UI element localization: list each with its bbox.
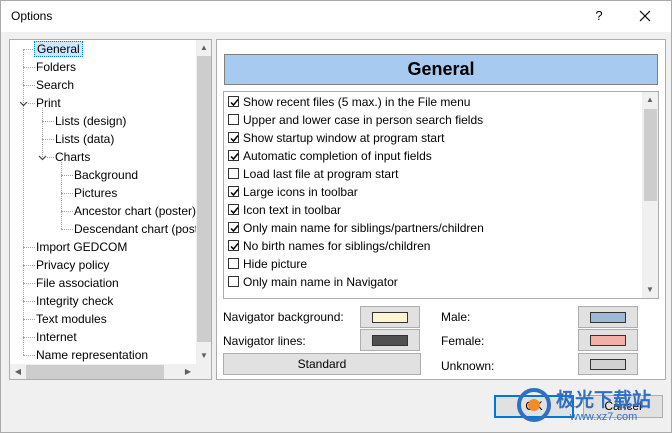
tree-vscroll-thumb[interactable] xyxy=(197,56,211,342)
tree-vertical-scrollbar[interactable]: ▲ ▼ xyxy=(196,40,211,364)
checkbox[interactable] xyxy=(228,240,239,251)
check-icon xyxy=(230,207,239,215)
tree-hscroll-thumb[interactable] xyxy=(26,365,164,379)
checkbox[interactable] xyxy=(228,114,239,125)
tree-item-name-representation[interactable]: Name representation xyxy=(34,347,150,364)
scroll-down-icon[interactable]: ▼ xyxy=(196,348,211,364)
options-vertical-scrollbar[interactable]: ▲ ▼ xyxy=(642,92,658,298)
scroll-left-icon[interactable]: ◀ xyxy=(10,364,26,379)
window-title: Options xyxy=(11,9,53,23)
check-icon xyxy=(230,99,239,107)
tree-item-descendant-chart[interactable]: Descendant chart (poster) xyxy=(72,221,211,238)
tree-horizontal-scrollbar[interactable]: ◀ ▶ xyxy=(10,364,196,379)
unknown-label: Unknown: xyxy=(441,359,495,373)
settings-panel: General Show recent files (5 max.) in th… xyxy=(216,39,666,380)
tree-item-file-association[interactable]: File association xyxy=(34,275,121,292)
tree-item-lists-design[interactable]: Lists (design) xyxy=(53,113,128,130)
tree-item-import-gedcom[interactable]: Import GEDCOM xyxy=(34,239,129,256)
male-label: Male: xyxy=(441,310,471,324)
tree-item-folders[interactable]: Folders xyxy=(34,59,78,76)
tree-item-print[interactable]: Print xyxy=(34,95,63,112)
standard-button[interactable]: Standard xyxy=(223,353,421,375)
close-button[interactable] xyxy=(629,5,661,27)
checkbox[interactable] xyxy=(228,150,239,161)
watermark: 极光下载站 www.xz7.com xyxy=(514,383,669,429)
male-color-button[interactable] xyxy=(578,306,638,328)
checkbox[interactable] xyxy=(228,186,239,197)
checkbox[interactable] xyxy=(228,96,239,107)
tree-item-internet[interactable]: Internet xyxy=(34,329,79,346)
check-icon xyxy=(230,225,239,233)
watermark-url: www.xz7.com xyxy=(570,411,638,423)
tree-item-integrity-check[interactable]: Integrity check xyxy=(34,293,115,310)
navigator-background-color-button[interactable] xyxy=(360,306,420,328)
watermark-logo-icon xyxy=(517,388,551,422)
check-icon xyxy=(230,243,239,251)
close-icon xyxy=(639,10,651,22)
checkbox[interactable] xyxy=(228,276,239,287)
scroll-up-icon[interactable]: ▲ xyxy=(196,40,211,56)
tree-item-general[interactable]: General xyxy=(34,41,83,58)
help-button[interactable]: ? xyxy=(585,5,613,27)
check-icon xyxy=(230,189,239,197)
title-bar: Options ? xyxy=(1,1,671,32)
options-tree[interactable]: General Folders Search Print Lists (desi… xyxy=(9,39,212,380)
page-title: General xyxy=(224,54,658,85)
unknown-color-button[interactable] xyxy=(578,353,638,375)
scroll-up-icon[interactable]: ▲ xyxy=(642,92,658,108)
tree-item-lists-data[interactable]: Lists (data) xyxy=(53,131,116,148)
tree-item-privacy-policy[interactable]: Privacy policy xyxy=(34,257,111,274)
unknown-swatch xyxy=(590,359,626,370)
scroll-right-icon[interactable]: ▶ xyxy=(180,364,196,379)
navigator-lines-label: Navigator lines: xyxy=(223,334,306,348)
tree-item-search[interactable]: Search xyxy=(34,77,76,94)
tree-item-ancestor-chart[interactable]: Ancestor chart (poster) xyxy=(72,203,198,220)
options-vscroll-thumb[interactable] xyxy=(644,109,657,201)
checkbox[interactable] xyxy=(228,132,239,143)
navigator-background-label: Navigator background: xyxy=(223,310,344,324)
check-icon xyxy=(230,135,239,143)
female-swatch xyxy=(590,335,626,346)
checkbox[interactable] xyxy=(228,168,239,179)
navigator-lines-swatch xyxy=(372,335,408,346)
checkbox[interactable] xyxy=(228,222,239,233)
options-dialog: Options ? General Folders Search Print L… xyxy=(0,0,672,433)
check-icon xyxy=(230,153,239,161)
female-color-button[interactable] xyxy=(578,329,638,351)
scroll-corner xyxy=(196,364,211,379)
checkbox[interactable] xyxy=(228,204,239,215)
collapse-charts-icon[interactable] xyxy=(38,153,47,162)
options-checklist[interactable]: Show recent files (5 max.) in the File m… xyxy=(223,91,659,299)
female-label: Female: xyxy=(441,334,485,348)
navigator-lines-color-button[interactable] xyxy=(360,329,420,351)
tree-item-background[interactable]: Background xyxy=(72,167,140,184)
navigator-background-swatch xyxy=(372,312,408,323)
scroll-down-icon[interactable]: ▼ xyxy=(642,282,658,298)
male-swatch xyxy=(590,312,626,323)
tree-item-text-modules[interactable]: Text modules xyxy=(34,311,109,328)
tree-item-pictures[interactable]: Pictures xyxy=(72,185,119,202)
watermark-text: 极光下载站 xyxy=(556,390,652,411)
checkbox[interactable] xyxy=(228,258,239,269)
tree-item-charts[interactable]: Charts xyxy=(53,149,92,166)
collapse-print-icon[interactable] xyxy=(19,99,28,108)
